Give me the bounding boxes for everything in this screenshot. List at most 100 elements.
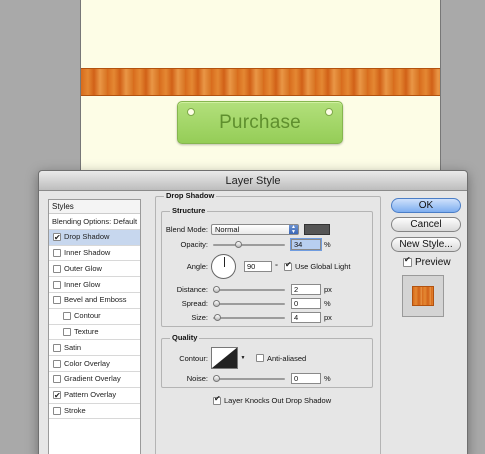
preview-label: Preview <box>415 257 451 268</box>
slider-track <box>213 377 285 380</box>
style-checkbox[interactable] <box>53 230 61 246</box>
opacity-label: Opacity: <box>180 240 208 249</box>
style-checkbox[interactable] <box>53 296 61 305</box>
style-checkbox[interactable] <box>53 264 61 273</box>
slider-knob[interactable] <box>214 313 221 321</box>
quality-legend: Quality <box>170 333 200 342</box>
style-checkbox[interactable] <box>53 359 61 368</box>
spread-label: Spread: <box>181 299 208 308</box>
style-item[interactable]: Drop Shadow <box>49 229 140 246</box>
style-item[interactable]: Stroke <box>49 404 140 420</box>
shadow-color-swatch[interactable] <box>304 224 330 235</box>
slider-track <box>213 316 285 319</box>
style-checkbox[interactable] <box>53 406 61 415</box>
style-item-label: Contour <box>74 311 101 321</box>
style-checkbox[interactable] <box>63 312 71 321</box>
size-label: Size: <box>191 313 208 322</box>
spread-slider[interactable] <box>213 299 285 309</box>
spread-input[interactable]: 0 <box>291 298 321 309</box>
size-input[interactable]: 4 <box>291 312 321 323</box>
opacity-slider[interactable] <box>213 240 285 250</box>
preview-thumbnail <box>402 275 444 317</box>
blend-mode-select[interactable]: Normal ▲ ▼ <box>211 224 299 235</box>
dialog-title: Layer Style <box>39 171 467 191</box>
preview-checkbox[interactable] <box>403 255 412 267</box>
contour-dropdown-icon[interactable]: ▼ <box>240 347 246 369</box>
cancel-button[interactable]: Cancel <box>391 217 461 232</box>
style-checkbox[interactable] <box>53 280 61 289</box>
slider-knob[interactable] <box>213 299 220 307</box>
style-item-label: Pattern Overlay <box>64 390 117 400</box>
style-checkbox[interactable] <box>53 343 61 352</box>
button-hole-right <box>325 108 333 116</box>
style-checkbox[interactable] <box>53 248 61 257</box>
style-item-label: Drop Shadow <box>64 232 110 242</box>
distance-input[interactable]: 2 <box>291 284 321 295</box>
anti-aliased-checkbox[interactable] <box>256 354 264 362</box>
style-item[interactable]: Blending Options: Default <box>49 214 140 230</box>
contour-preview[interactable] <box>211 347 238 369</box>
knockout-checkbox[interactable] <box>213 394 221 405</box>
styles-list: Styles Blending Options: Default Drop Sha… <box>48 199 141 454</box>
style-item[interactable]: Inner Shadow <box>49 246 140 262</box>
opacity-unit: % <box>324 240 331 249</box>
distance-label: Distance: <box>176 285 208 294</box>
structure-legend: Structure <box>170 206 208 215</box>
style-item-label: Bevel and Emboss <box>64 295 127 305</box>
style-item-label: Outer Glow <box>64 263 102 273</box>
select-arrows-icon: ▲ ▼ <box>289 225 298 234</box>
slider-knob[interactable] <box>213 374 220 382</box>
slider-knob[interactable] <box>234 240 242 248</box>
style-checkbox[interactable] <box>53 375 61 384</box>
style-item[interactable]: Texture <box>49 325 140 341</box>
slider-track <box>213 288 285 291</box>
noise-input[interactable]: 0 <box>291 373 321 384</box>
anti-aliased-label: Anti-aliased <box>267 353 307 363</box>
document-canvas: Purchase <box>80 0 441 190</box>
button-hole-left <box>187 108 195 116</box>
size-slider[interactable] <box>213 313 285 323</box>
new-style-button[interactable]: New Style... <box>391 237 461 252</box>
style-item[interactable]: Inner Glow <box>49 277 140 293</box>
size-unit: px <box>324 313 332 322</box>
quality-group: Quality Contour: ▼ Anti-aliased Noise: 0 <box>161 333 373 388</box>
drop-shadow-title: Drop Shadow <box>164 191 217 200</box>
blend-mode-label: Blend Mode: <box>165 225 208 234</box>
style-item[interactable]: Outer Glow <box>49 261 140 278</box>
style-checkbox[interactable] <box>63 327 71 336</box>
style-item-label: Satin <box>64 342 82 352</box>
purchase-button-label: Purchase <box>219 111 301 133</box>
style-item[interactable]: Contour <box>49 309 140 325</box>
distance-slider[interactable] <box>213 285 285 295</box>
angle-label: Angle: <box>186 262 208 271</box>
slider-track <box>213 302 285 305</box>
wood-stripe <box>81 68 440 96</box>
ok-button[interactable]: OK <box>391 198 461 213</box>
slider-track <box>213 243 285 246</box>
style-item[interactable]: Pattern Overlay <box>49 388 140 404</box>
style-checkbox[interactable] <box>53 388 61 404</box>
opacity-input[interactable]: 34 <box>290 238 322 251</box>
purchase-button[interactable]: Purchase <box>177 101 343 144</box>
style-item[interactable]: Color Overlay <box>49 356 140 372</box>
noise-slider[interactable] <box>213 374 285 384</box>
use-global-light-checkbox[interactable] <box>284 260 292 271</box>
style-item-label: Texture <box>74 327 99 337</box>
angle-input[interactable]: 90 <box>244 261 272 272</box>
use-global-light-label: Use Global Light <box>295 262 351 271</box>
contour-label: Contour: <box>179 353 208 363</box>
knockout-label: Layer Knocks Out Drop Shadow <box>224 396 332 405</box>
style-item-label: Gradient Overlay <box>64 374 121 384</box>
style-item[interactable]: Bevel and Emboss <box>49 293 140 309</box>
blend-mode-value: Normal <box>215 225 240 234</box>
distance-unit: px <box>324 285 332 294</box>
styles-header[interactable]: Styles <box>49 200 140 214</box>
style-item[interactable]: Satin <box>49 340 140 357</box>
style-item-label: Inner Glow <box>64 279 101 289</box>
angle-dial[interactable] <box>211 254 236 279</box>
slider-knob[interactable] <box>213 285 220 293</box>
style-item[interactable]: Gradient Overlay <box>49 372 140 388</box>
spread-unit: % <box>324 299 331 308</box>
style-item-label: Blending Options: Default <box>52 216 138 226</box>
drop-shadow-panel: Drop Shadow Structure Blend Mode: Normal… <box>155 191 381 454</box>
